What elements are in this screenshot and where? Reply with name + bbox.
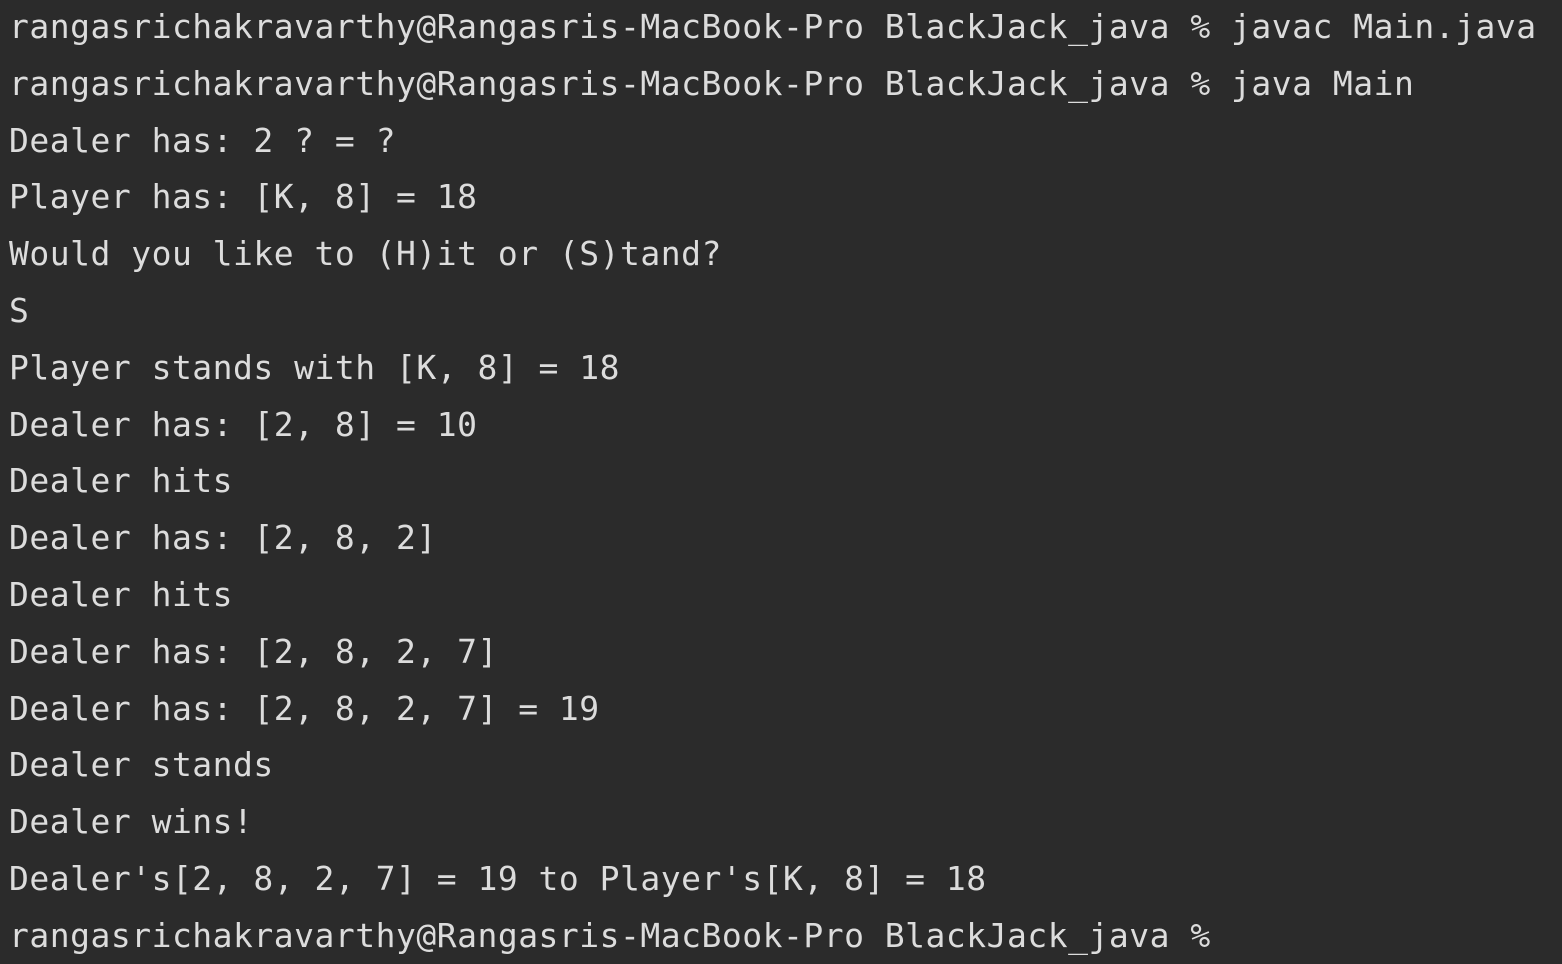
output-line-summary: Dealer's[2, 8, 2, 7] = 19 to Player's[K,… bbox=[9, 858, 987, 898]
output-line-dealer-reveal: Dealer has: [2, 8] = 10 bbox=[9, 404, 478, 444]
output-line-dealer-hand-3: Dealer has: [2, 8, 2] bbox=[9, 518, 437, 558]
output-line-result: Dealer wins! bbox=[9, 802, 254, 842]
user-input-line: S bbox=[9, 290, 30, 330]
output-line-player-stands: Player stands with [K, 8] = 18 bbox=[9, 347, 621, 387]
output-line-dealer-hand-4: Dealer has: [2, 8, 2, 7] bbox=[9, 631, 498, 671]
output-line-dealer-stands: Dealer stands bbox=[9, 745, 274, 785]
shell-prompt-line[interactable]: rangasrichakravarthy@Rangasris-MacBook-P… bbox=[9, 916, 1562, 964]
output-line-player-initial: Player has: [K, 8] = 18 bbox=[9, 177, 478, 217]
command-line-javac: rangasrichakravarthy@Rangasris-MacBook-P… bbox=[9, 7, 1537, 46]
command-line-java-run: rangasrichakravarthy@Rangasris-MacBook-P… bbox=[9, 63, 1415, 103]
output-line-dealer-initial: Dealer has: 2 ? = ? bbox=[9, 120, 396, 160]
output-line-dealer-total: Dealer has: [2, 8, 2, 7] = 19 bbox=[9, 688, 600, 728]
output-line-dealer-hits-1: Dealer hits bbox=[9, 461, 234, 501]
output-line-prompt: Would you like to (H)it or (S)tand? bbox=[9, 234, 722, 274]
terminal-window[interactable]: rangasrichakravarthy@Rangasris-MacBook-P… bbox=[0, 0, 1562, 964]
output-line-dealer-hits-2: Dealer hits bbox=[9, 574, 234, 614]
